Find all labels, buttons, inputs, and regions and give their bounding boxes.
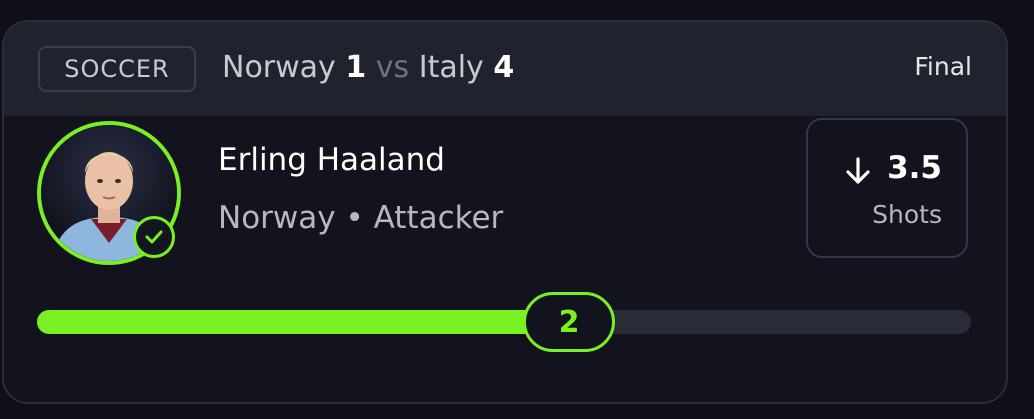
sport-badge: SOCCER (38, 46, 196, 92)
game-status: Final (914, 52, 972, 81)
progress-track (37, 310, 971, 334)
away-team: Italy (418, 50, 484, 85)
actual-value-badge: 2 (523, 292, 615, 352)
matchup: Norway 1 vs Italy 4 (222, 48, 514, 88)
game-header: SOCCER Norway 1 vs Italy 4 Final (4, 22, 1006, 116)
meta-separator: • (345, 200, 364, 236)
line-selection[interactable]: 3.5 Shots (806, 118, 968, 258)
home-score: 1 (345, 50, 367, 85)
player-name: Erling Haaland (218, 142, 445, 178)
vs-label: vs (375, 50, 410, 85)
progress-fill (37, 310, 569, 334)
player-meta: Norway • Attacker (218, 200, 503, 236)
check-circle-icon (133, 216, 175, 258)
player-position: Attacker (373, 200, 504, 236)
away-score: 4 (493, 50, 515, 85)
home-team: Norway (222, 50, 336, 85)
line-stat: Shots (872, 200, 942, 229)
line-value: 3.5 (887, 150, 942, 186)
player-team: Norway (218, 200, 336, 236)
arrow-down-icon (844, 156, 872, 190)
